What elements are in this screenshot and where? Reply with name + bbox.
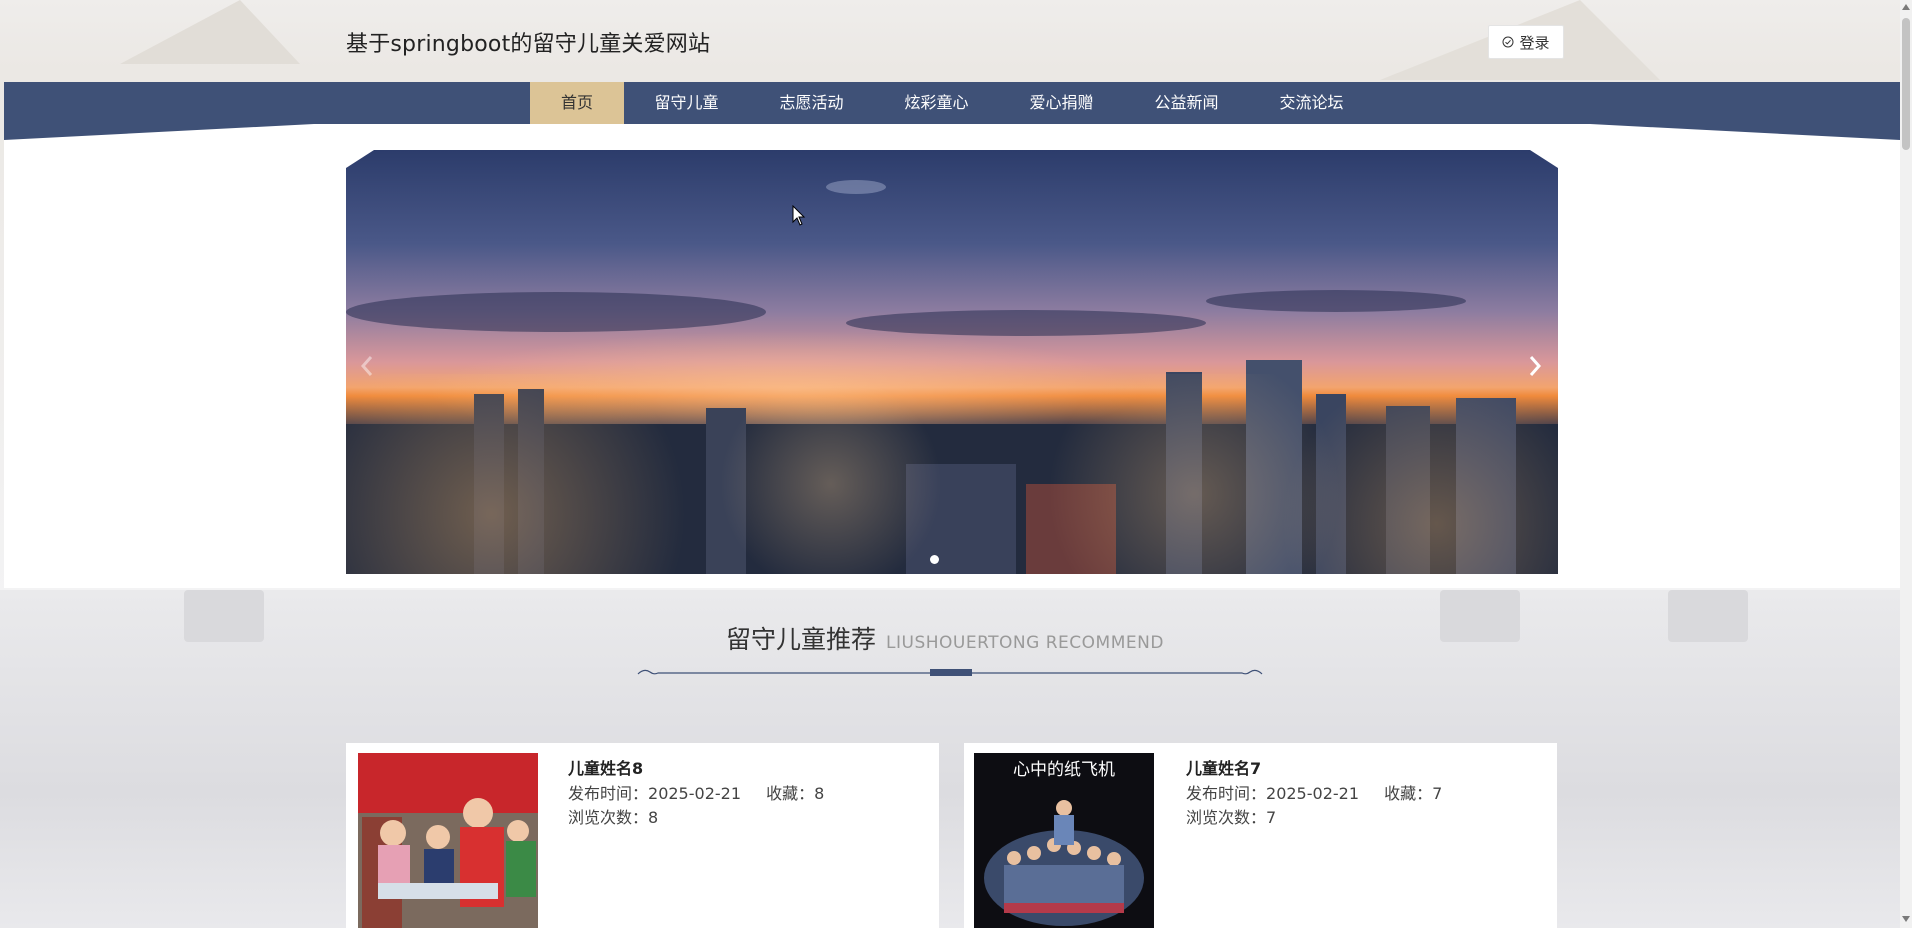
site-header: 基于springboot的留守儿童关爱网站 登录 — [4, 0, 1900, 82]
views-label: 浏览次数： — [1186, 808, 1267, 827]
site-title: 基于springboot的留守儿童关爱网站 — [346, 32, 711, 57]
nav-item-left-behind-children[interactable]: 留守儿童 — [624, 82, 749, 124]
background-pillar — [1668, 590, 1748, 642]
scroll-up-icon[interactable] — [1900, 2, 1912, 12]
fav-count: 8 — [814, 784, 825, 803]
child-name[interactable]: 儿童姓名8 — [568, 755, 643, 779]
panel-decoration-left — [4, 124, 314, 140]
panel-decoration-right — [1590, 124, 1900, 140]
chevron-right-icon[interactable] — [1524, 352, 1546, 380]
views-count: 8 — [648, 808, 659, 827]
mouse-cursor-icon — [792, 205, 806, 226]
nav-item-donations[interactable]: 爱心捐赠 — [999, 82, 1124, 124]
child-photo[interactable]: 心中的纸飞机 — [974, 753, 1154, 928]
nav-item-home[interactable]: 首页 — [530, 82, 624, 124]
photo-caption: 心中的纸飞机 — [1013, 760, 1115, 780]
card-meta: 发布时间：2025-02-21 收藏：7 — [1186, 780, 1442, 804]
publish-label: 发布时间： — [568, 784, 649, 803]
carousel-dot[interactable] — [930, 555, 939, 564]
fav-count: 7 — [1432, 784, 1443, 803]
login-button[interactable]: 登录 — [1488, 25, 1564, 59]
scroll-thumb[interactable] — [1902, 18, 1910, 150]
card-views: 浏览次数：8 — [568, 804, 658, 828]
cloud — [346, 292, 766, 332]
views-label: 浏览次数： — [568, 808, 649, 827]
fav-label: 收藏： — [1384, 784, 1433, 803]
background-pillar — [1440, 590, 1520, 642]
section-title-en: LIUSHOUERTONG RECOMMEND — [886, 633, 1164, 653]
page-scrollbar[interactable] — [1900, 0, 1912, 928]
section-title-zh: 留守儿童推荐 — [726, 625, 877, 654]
section-title: 留守儿童推荐 LIUSHOUERTONG RECOMMEND — [726, 620, 1164, 656]
child-card[interactable]: 儿童姓名8 发布时间：2025-02-21 收藏：8 浏览次数：8 — [346, 743, 939, 928]
publish-date: 2025-02-21 — [648, 784, 741, 803]
child-photo[interactable] — [358, 753, 538, 928]
nav-item-colorful-childhood[interactable]: 炫彩童心 — [874, 82, 999, 124]
nav-item-charity-news[interactable]: 公益新闻 — [1124, 82, 1249, 124]
fav-label: 收藏： — [766, 784, 815, 803]
views-count: 7 — [1266, 808, 1277, 827]
cloud — [826, 180, 886, 194]
chevron-left-icon[interactable] — [356, 352, 378, 380]
scroll-down-icon[interactable] — [1900, 914, 1912, 924]
nav-item-forum[interactable]: 交流论坛 — [1249, 82, 1374, 124]
city-skyline — [346, 360, 1558, 574]
card-meta: 发布时间：2025-02-21 收藏：8 — [568, 780, 824, 804]
login-label: 登录 — [1519, 33, 1550, 52]
publish-label: 发布时间： — [1186, 784, 1267, 803]
nav-items: 首页 留守儿童 志愿活动 炫彩童心 爱心捐赠 公益新闻 交流论坛 — [530, 82, 1374, 124]
city-lights — [346, 374, 1558, 574]
check-circle-icon — [1502, 36, 1514, 48]
banner-carousel[interactable] — [346, 150, 1558, 574]
background-pillar — [184, 590, 264, 642]
cloud — [846, 310, 1206, 336]
nav-item-volunteer-activities[interactable]: 志愿活动 — [749, 82, 874, 124]
main-nav: 首页 留守儿童 志愿活动 炫彩童心 爱心捐赠 公益新闻 交流论坛 — [4, 82, 1900, 124]
card-views: 浏览次数：7 — [1186, 804, 1276, 828]
child-card[interactable]: 心中的纸飞机 儿童姓名7 发布时间：2025-02-21 收藏：7 浏览次数：7 — [964, 743, 1557, 928]
section-divider — [637, 669, 1263, 676]
publish-date: 2025-02-21 — [1266, 784, 1359, 803]
child-name[interactable]: 儿童姓名7 — [1186, 755, 1261, 779]
cloud — [1206, 290, 1466, 312]
